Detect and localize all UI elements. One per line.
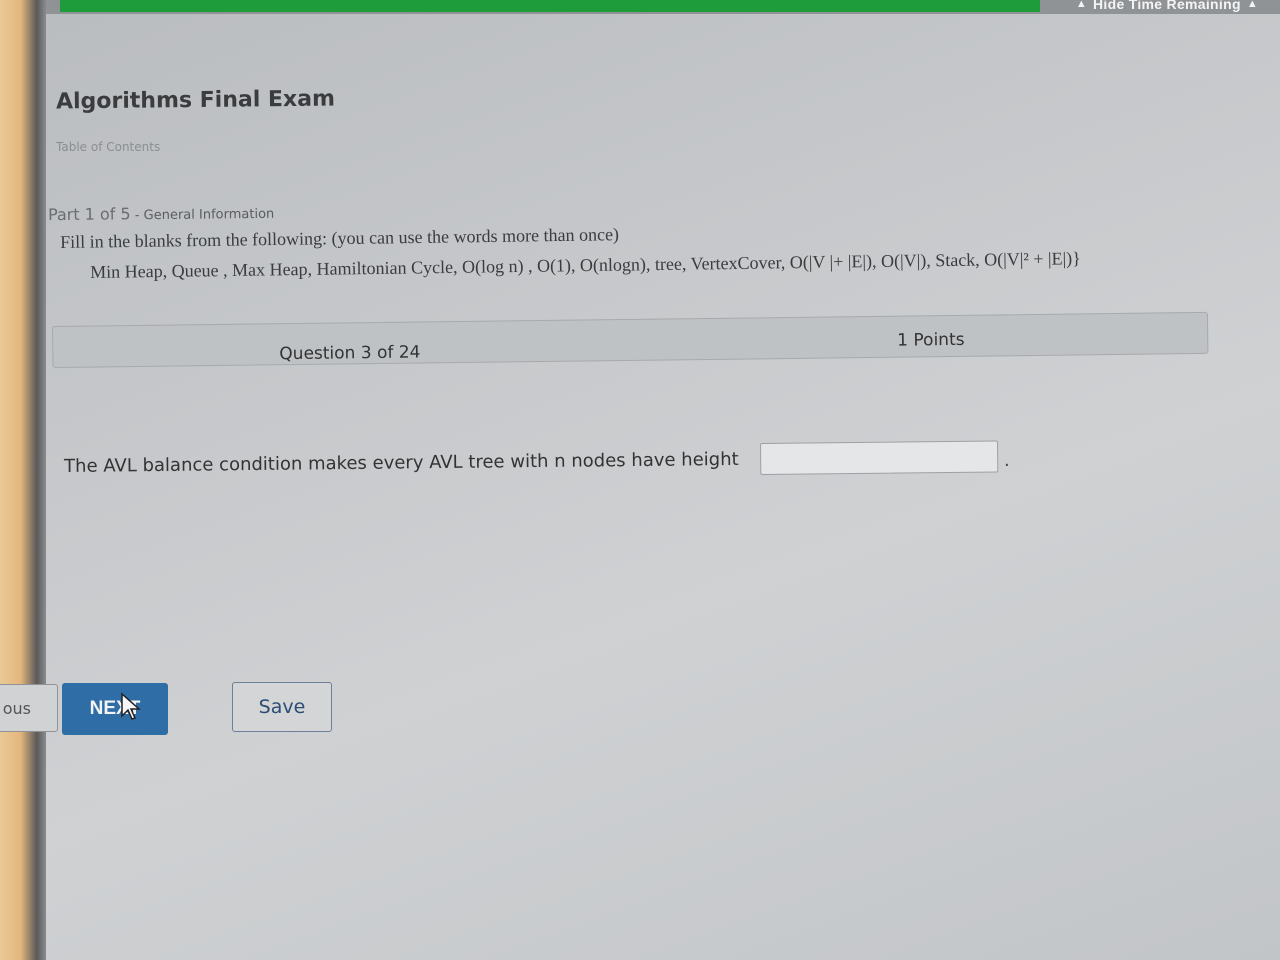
answer-suffix: . — [1004, 450, 1010, 471]
mouse-cursor-icon — [121, 692, 141, 720]
table-of-contents-link[interactable]: Table of Contents — [56, 140, 160, 154]
part-label: Part 1 of 5 — [47, 204, 131, 225]
part-subtitle: General Information — [143, 206, 275, 224]
progress-strip — [60, 0, 1040, 12]
question-text: The AVL balance condition makes every AV… — [64, 448, 739, 477]
hide-time-label: Hide Time Remaining — [1093, 0, 1241, 12]
triangle-up-icon: ▲ — [1075, 0, 1087, 10]
word-bank: Min Heap, Queue , Max Heap, Hamiltonian … — [90, 248, 1081, 282]
screen-bezel — [0, 0, 46, 960]
hide-time-toggle[interactable]: ▲ Hide Time Remaining ▲ — [1076, 0, 1258, 12]
previous-button[interactable]: ous — [0, 684, 58, 732]
instructions-text: Fill in the blanks from the following: (… — [60, 224, 620, 252]
triangle-up-icon: ▲ — [1246, 0, 1258, 10]
part-header: Part 1 of 5 - General Information — [48, 203, 274, 224]
question-number: Question 3 of 24 — [279, 342, 421, 365]
question-header: Question 3 of 24 1 Points — [52, 311, 1209, 368]
exam-title: Algorithms Final Exam — [55, 86, 336, 115]
part-separator: - — [130, 208, 144, 224]
question-points: 1 Points — [897, 329, 965, 351]
save-button[interactable]: Save — [232, 682, 332, 732]
answer-input[interactable] — [760, 440, 999, 475]
next-button[interactable]: NEXT — [62, 683, 168, 735]
